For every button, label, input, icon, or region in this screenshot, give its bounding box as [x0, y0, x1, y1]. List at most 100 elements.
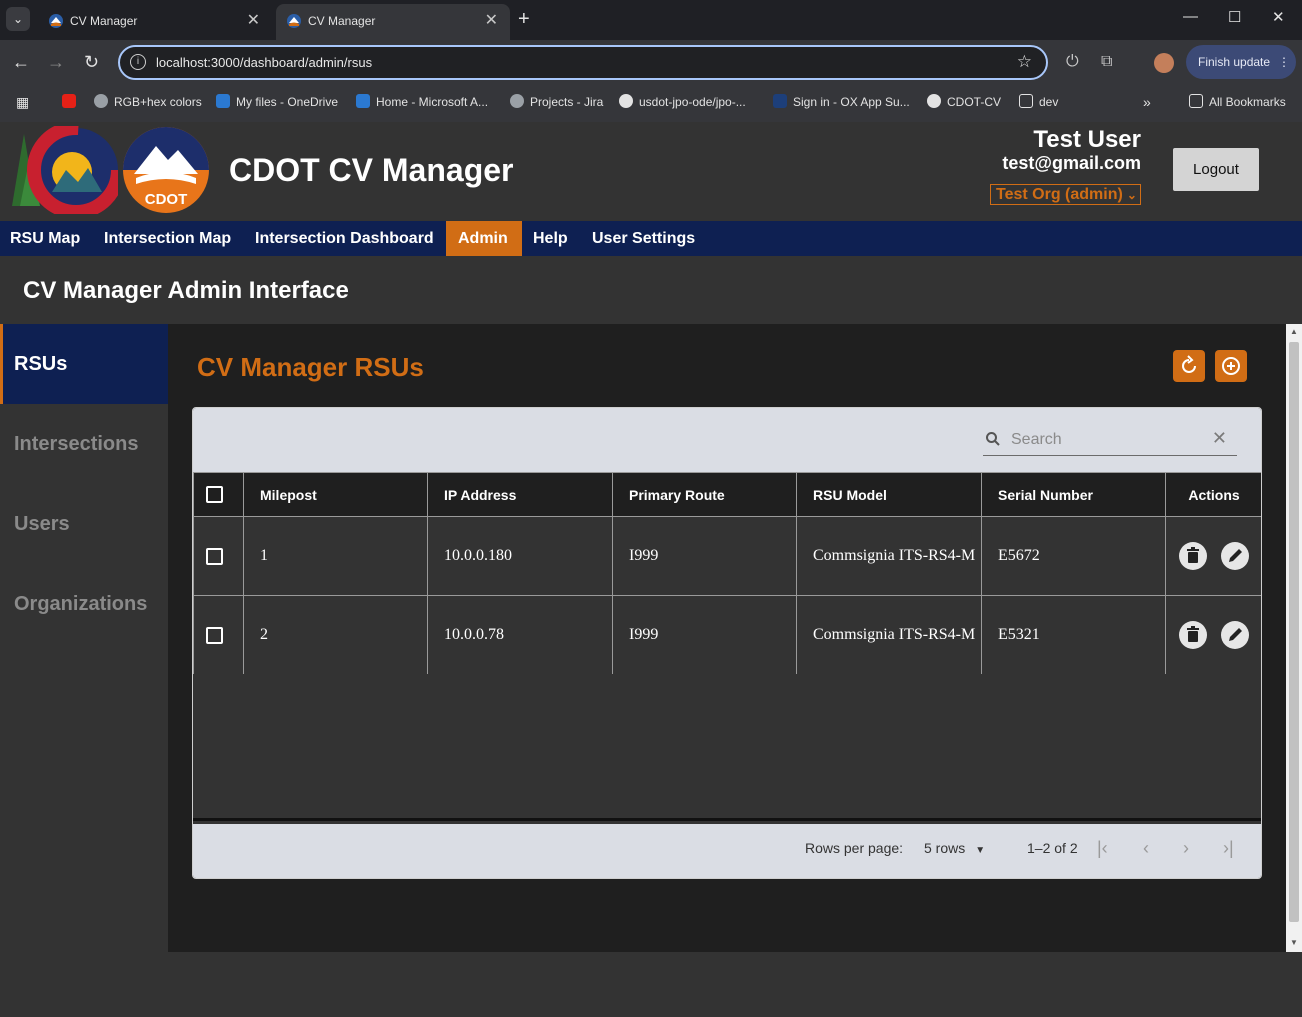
- nav-intersection-map[interactable]: Intersection Map: [92, 221, 243, 256]
- cdot-favicon-icon: [49, 14, 63, 28]
- app-title: CDOT CV Manager: [229, 152, 514, 188]
- bookmark-rgb-hex[interactable]: RGB+hex colors: [94, 94, 202, 109]
- minimize-icon[interactable]: —: [1183, 8, 1198, 25]
- reload-icon[interactable]: ↻: [84, 52, 99, 73]
- column-header[interactable]: IP Address: [427, 472, 613, 517]
- tab-search-dropdown[interactable]: ⌄: [6, 7, 30, 31]
- add-circle-icon: [1222, 357, 1240, 375]
- prev-page-icon[interactable]: ‹: [1143, 838, 1149, 859]
- column-header[interactable]: Primary Route: [612, 472, 797, 517]
- table-row[interactable]: 1 10.0.0.180 I999 Commsignia ITS-RS4-M E…: [193, 516, 1261, 596]
- apps-grid-icon[interactable]: ▦: [16, 94, 29, 111]
- first-page-icon[interactable]: |‹: [1097, 838, 1108, 859]
- trash-icon: [1187, 547, 1199, 563]
- ip-cell: 10.0.0.78: [427, 595, 613, 675]
- select-all-cell: [193, 472, 244, 517]
- tab-title: CV Manager: [308, 14, 376, 28]
- delete-button[interactable]: [1179, 542, 1207, 570]
- scroll-up-icon[interactable]: ▲: [1290, 327, 1298, 336]
- profile-avatar[interactable]: [1154, 53, 1174, 73]
- refresh-icon: [1182, 355, 1196, 373]
- browser-tab-2[interactable]: CV Manager ✕: [276, 4, 510, 40]
- org-select[interactable]: Test Org (admin) ⌄: [990, 184, 1141, 205]
- onedrive-icon: [216, 94, 230, 108]
- refresh-button[interactable]: [1173, 350, 1205, 382]
- bookmark-cdot-cv[interactable]: CDOT-CV: [927, 94, 1001, 109]
- page-range: 1–2 of 2: [1027, 840, 1078, 856]
- bookmarks-bar: ▦ RGB+hex colors My files - OneDrive Hom…: [0, 86, 1302, 122]
- address-bar[interactable]: i localhost:3000/dashboard/admin/rsus ☆: [118, 45, 1048, 80]
- rows-per-page-label: Rows per page:: [805, 840, 904, 856]
- table-toolbar: Search ✕: [193, 408, 1261, 472]
- sidebar-item-rsus[interactable]: RSUs: [0, 324, 168, 404]
- bookmark-onedrive[interactable]: My files - OneDrive: [216, 94, 338, 109]
- bookmarks-overflow-icon[interactable]: »: [1143, 94, 1151, 110]
- extension-power-icon[interactable]: ⏻: [1066, 53, 1079, 71]
- bookmark-microsoft[interactable]: Home - Microsoft A...: [356, 94, 488, 109]
- youtube-bookmark-icon[interactable]: [62, 94, 82, 109]
- admin-sidebar: RSUs Intersections Users Organizations: [0, 324, 168, 1017]
- add-rsu-button[interactable]: [1215, 350, 1247, 382]
- extensions-puzzle-icon[interactable]: ⧉: [1101, 53, 1112, 71]
- sidebar-item-intersections[interactable]: Intersections: [0, 404, 168, 484]
- maximize-icon[interactable]: ☐: [1228, 8, 1241, 26]
- rows-per-page-value: 5 rows: [924, 840, 966, 856]
- nav-admin[interactable]: Admin: [446, 221, 522, 256]
- folder-icon: [1019, 94, 1033, 108]
- nav-rsu-map[interactable]: RSU Map: [0, 221, 92, 256]
- tab-close-icon[interactable]: ✕: [247, 10, 260, 30]
- all-bookmarks[interactable]: All Bookmarks: [1189, 94, 1286, 109]
- bookmark-star-icon[interactable]: ☆: [1017, 52, 1032, 72]
- azure-icon: [356, 94, 370, 108]
- nav-user-settings[interactable]: User Settings: [580, 221, 707, 256]
- page-scrollbar[interactable]: ▲ ▼: [1286, 324, 1302, 952]
- column-header[interactable]: Serial Number: [981, 472, 1166, 517]
- last-page-icon[interactable]: ›|: [1223, 838, 1234, 859]
- browser-tab-1[interactable]: CV Manager ✕: [38, 4, 272, 40]
- bookmark-github-ode[interactable]: usdot-jpo-ode/jpo-...: [619, 94, 746, 109]
- next-page-icon[interactable]: ›: [1183, 838, 1189, 859]
- rows-per-page-select[interactable]: 5 rows ▼: [924, 840, 985, 856]
- nav-intersection-dashboard[interactable]: Intersection Dashboard: [243, 221, 446, 256]
- table-row[interactable]: 2 10.0.0.78 I999 Commsignia ITS-RS4-M E5…: [193, 595, 1261, 675]
- search-input[interactable]: Search ✕: [983, 428, 1237, 456]
- logout-button[interactable]: Logout: [1173, 148, 1259, 191]
- scroll-down-icon[interactable]: ▼: [1290, 938, 1298, 947]
- sidebar-item-organizations[interactable]: Organizations: [0, 564, 168, 644]
- section-title: CV Manager RSUs: [197, 352, 424, 382]
- forward-icon[interactable]: →: [47, 52, 65, 73]
- edit-button[interactable]: [1221, 542, 1249, 570]
- row-select-cell: [193, 516, 244, 596]
- page-footer-area: [168, 952, 1302, 1017]
- tab-close-icon[interactable]: ✕: [485, 10, 498, 30]
- back-icon[interactable]: ←: [12, 52, 30, 73]
- scroll-thumb[interactable]: [1289, 342, 1299, 922]
- finish-update-button[interactable]: Finish update ⋮: [1186, 45, 1296, 79]
- tab-title: CV Manager: [70, 14, 138, 28]
- sidebar-item-users[interactable]: Users: [0, 484, 168, 564]
- ox-icon: [773, 94, 787, 108]
- bookmark-jira[interactable]: Projects - Jira: [510, 94, 603, 109]
- row-checkbox[interactable]: [206, 547, 223, 565]
- edit-button[interactable]: [1221, 621, 1249, 649]
- row-checkbox[interactable]: [206, 626, 223, 644]
- cdot-favicon-icon: [287, 14, 301, 28]
- clear-search-icon[interactable]: ✕: [1212, 428, 1227, 449]
- delete-button[interactable]: [1179, 621, 1207, 649]
- column-header[interactable]: RSU Model: [796, 472, 982, 517]
- main-content: CV Manager RSUs Search ✕ Milepost IP Add…: [168, 324, 1286, 952]
- site-info-icon[interactable]: i: [130, 54, 146, 70]
- window-close-icon[interactable]: ✕: [1272, 8, 1285, 26]
- bookmark-ox-app[interactable]: Sign in - OX App Su...: [773, 94, 910, 109]
- route-cell: I999: [612, 595, 797, 675]
- select-all-checkbox[interactable]: [206, 486, 223, 504]
- pencil-icon: [1229, 549, 1242, 562]
- nav-help[interactable]: Help: [521, 221, 580, 256]
- finish-update-label: Finish update: [1198, 55, 1271, 69]
- bookmark-dev-folder[interactable]: dev: [1019, 94, 1058, 109]
- serial-cell: E5672: [981, 516, 1166, 596]
- url-text[interactable]: localhost:3000/dashboard/admin/rsus: [156, 55, 372, 70]
- page-title: CV Manager Admin Interface: [23, 277, 349, 304]
- new-tab-icon[interactable]: +: [518, 8, 530, 31]
- column-header[interactable]: Milepost: [243, 472, 428, 517]
